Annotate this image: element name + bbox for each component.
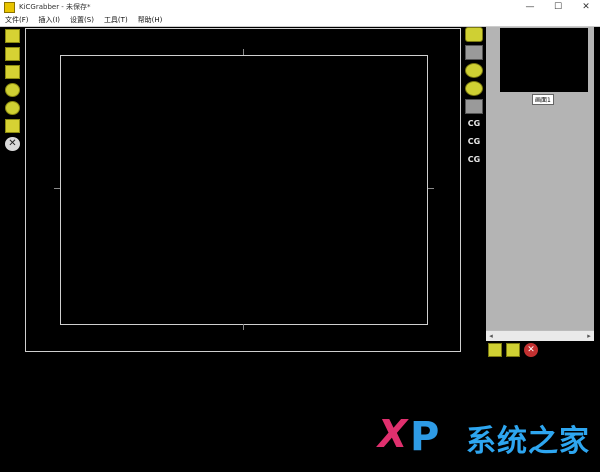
tick-left [54, 188, 60, 189]
zoom-in-icon[interactable] [465, 63, 483, 78]
tick-top [243, 49, 244, 55]
add-page-icon[interactable] [488, 343, 502, 357]
menu-tools[interactable]: 工具(T) [99, 15, 133, 25]
delete-icon[interactable]: ✕ [524, 343, 538, 357]
circle-tool-icon[interactable] [5, 83, 20, 97]
panel-scrollbar[interactable]: ◂ ▸ [486, 330, 594, 341]
resize-icon[interactable] [465, 45, 483, 60]
watermark-letter-p: P [410, 414, 440, 460]
cg-label-icon-2[interactable]: CG [465, 135, 483, 150]
zoom-out-icon[interactable] [465, 81, 483, 96]
watermark-logo: X P 系统之家 [374, 408, 596, 466]
right-toolbar: CG CG CG [462, 27, 486, 177]
scene-panel: 画面1 [486, 27, 594, 330]
menu-insert[interactable]: 插入(I) [34, 15, 66, 25]
app-icon [4, 1, 15, 13]
circle-tool-icon-2[interactable] [5, 101, 20, 115]
open-file-icon[interactable] [5, 29, 20, 43]
picture-icon[interactable] [5, 65, 20, 79]
text-icon[interactable] [5, 119, 20, 133]
stage-area[interactable] [60, 55, 428, 325]
scene-thumbnail[interactable] [500, 28, 588, 92]
target-icon[interactable] [465, 27, 483, 42]
tick-right [428, 188, 434, 189]
window-title: KiCGrabber - 未保存* [19, 3, 91, 11]
close-window-button[interactable]: ✕ [572, 0, 600, 14]
cg-label-icon[interactable]: CG [465, 117, 483, 132]
menu-help[interactable]: 帮助(H) [133, 15, 168, 25]
watermark-letter-x: X [378, 412, 408, 456]
close-icon[interactable]: ✕ [5, 137, 20, 151]
tick-bottom [243, 324, 244, 330]
scroll-right-icon[interactable]: ▸ [584, 331, 594, 341]
panel-toolbar: ✕ [486, 341, 546, 359]
menu-bar: 文件(F) 插入(I) 设置(S) 工具(T) 帮助(H) [0, 14, 600, 27]
save-icon[interactable] [5, 47, 20, 61]
maximize-button[interactable]: ☐ [544, 0, 572, 14]
cg-label-icon-3[interactable]: CG [465, 153, 483, 168]
title-bar: KiCGrabber - 未保存* — ☐ ✕ [0, 0, 600, 14]
watermark-text: 系统之家 [466, 424, 590, 459]
scroll-left-icon[interactable]: ◂ [486, 331, 496, 341]
menu-settings[interactable]: 设置(S) [65, 15, 99, 25]
menu-file[interactable]: 文件(F) [0, 15, 34, 25]
left-toolbar: ✕ [0, 27, 24, 472]
film-icon[interactable] [506, 343, 520, 357]
minimize-button[interactable]: — [516, 0, 544, 14]
boot-icon[interactable] [465, 99, 483, 114]
scene-thumbnail-label[interactable]: 画面1 [532, 94, 554, 105]
